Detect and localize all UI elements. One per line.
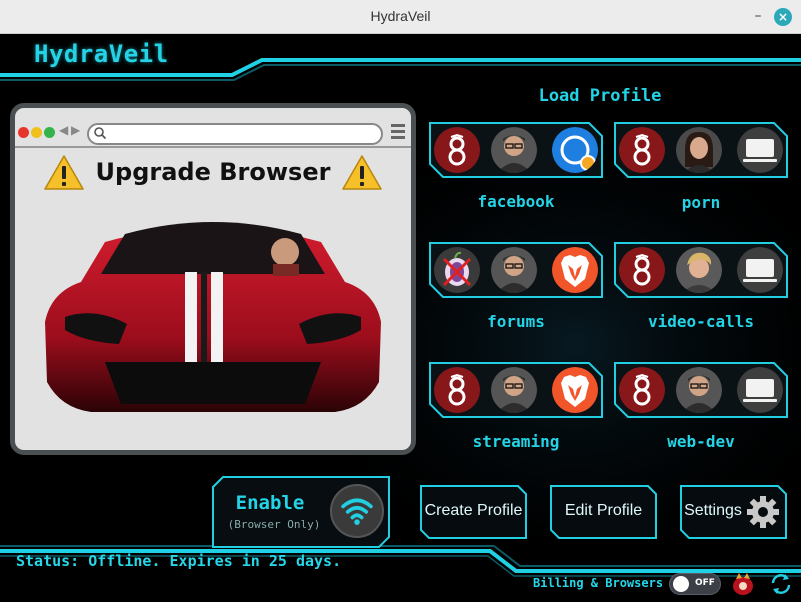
- gear-icon: [747, 496, 779, 528]
- browser-fox-icon[interactable]: [730, 571, 756, 597]
- browser-globe-icon: [552, 127, 598, 173]
- wireguard-icon: [619, 247, 665, 293]
- window-titlebar: HydraVeil – ×: [0, 0, 801, 34]
- close-button[interactable]: ×: [774, 8, 792, 26]
- person-avatar: [491, 127, 537, 173]
- status-text: Status: Offline. Expires in 25 days.: [16, 552, 342, 570]
- back-arrow-icon: ◀: [59, 123, 69, 137]
- refresh-icon[interactable]: [769, 572, 793, 596]
- laptop-icon: [737, 367, 783, 413]
- wireguard-icon: [619, 367, 665, 413]
- toggle-switch[interactable]: OFF: [669, 573, 721, 595]
- blond-man-avatar: [676, 247, 722, 293]
- mock-url-bar: [87, 123, 383, 145]
- menu-icon: [391, 124, 405, 142]
- toggle-state-label: OFF: [695, 578, 715, 588]
- search-icon: [94, 127, 107, 140]
- edit-profile-button[interactable]: Edit Profile: [550, 485, 657, 539]
- upgrade-browser-panel[interactable]: ◀ ▶ Upgrade Browser: [10, 103, 416, 455]
- profile-label-forums[interactable]: forums: [429, 312, 603, 331]
- profile-label-streaming[interactable]: streaming: [429, 432, 603, 451]
- profile-label-facebook[interactable]: facebook: [429, 192, 603, 211]
- settings-label: Settings: [684, 502, 742, 519]
- laptop-icon: [737, 127, 783, 173]
- profile-card-facebook[interactable]: [429, 122, 603, 178]
- close-dot-icon: [18, 127, 29, 138]
- maximize-dot-icon: [44, 127, 55, 138]
- settings-button[interactable]: Settings: [680, 485, 787, 539]
- warning-icon: [342, 155, 382, 190]
- laptop-icon: [737, 247, 783, 293]
- create-profile-label: Create Profile: [424, 502, 523, 519]
- person-avatar: [491, 247, 537, 293]
- forward-arrow-icon: ▶: [71, 123, 81, 137]
- person-avatar: [491, 367, 537, 413]
- profile-card-streaming[interactable]: [429, 362, 603, 418]
- toolbar-divider: [15, 146, 411, 148]
- app-logo: HydraVeil: [34, 40, 169, 68]
- woman-avatar: [676, 127, 722, 173]
- profile-card-video-calls[interactable]: [614, 242, 788, 298]
- brave-icon: [552, 367, 598, 413]
- wireguard-icon: [619, 127, 665, 173]
- billing-browsers-link[interactable]: Billing & Browsers: [533, 576, 663, 590]
- load-profile-title: Load Profile: [538, 86, 662, 106]
- edit-profile-label: Edit Profile: [564, 502, 643, 519]
- wireguard-icon: [434, 367, 480, 413]
- minimize-button[interactable]: –: [750, 9, 766, 25]
- profile-card-forums[interactable]: [429, 242, 603, 298]
- brave-icon: [552, 247, 598, 293]
- mock-browser-toolbar: ◀ ▶: [15, 116, 411, 146]
- sports-car-image: [45, 222, 381, 412]
- window-title: HydraVeil: [370, 8, 431, 24]
- profile-label-video-calls[interactable]: video-calls: [614, 312, 788, 331]
- wireguard-icon: [434, 127, 480, 173]
- app-window: HydraVeil ◀ ▶ Upgrade Browser Load Profi…: [0, 34, 801, 602]
- enable-sublabel: (Browser Only): [227, 518, 321, 531]
- minimize-dot-icon: [31, 127, 42, 138]
- profile-card-web-dev[interactable]: [614, 362, 788, 418]
- enable-button[interactable]: Enable (Browser Only): [212, 476, 390, 548]
- profile-label-porn[interactable]: porn: [614, 193, 788, 212]
- toggle-knob: [673, 576, 689, 592]
- tor-disabled-icon: [434, 247, 480, 293]
- create-profile-button[interactable]: Create Profile: [420, 485, 527, 539]
- profile-card-porn[interactable]: [614, 122, 788, 178]
- wifi-icon: [330, 484, 384, 538]
- enable-label: Enable: [235, 492, 305, 514]
- person-avatar: [676, 367, 722, 413]
- profile-label-web-dev[interactable]: web-dev: [614, 432, 788, 451]
